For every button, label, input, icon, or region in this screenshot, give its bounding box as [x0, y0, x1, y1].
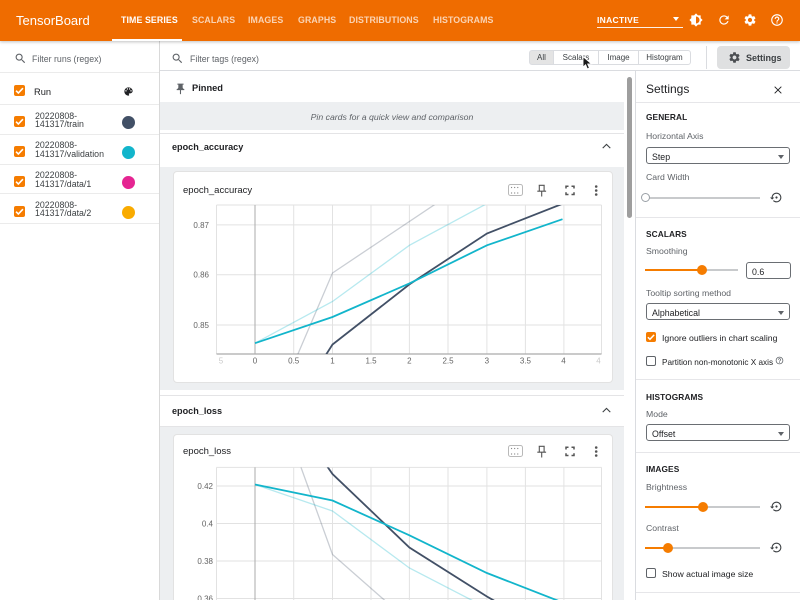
svg-text:5: 5 [219, 357, 224, 366]
svg-text:2: 2 [407, 357, 412, 366]
svg-text:1.5: 1.5 [365, 357, 377, 366]
svg-text:0.4: 0.4 [202, 520, 214, 529]
svg-text:4: 4 [596, 357, 601, 366]
svg-text:0.85: 0.85 [193, 321, 209, 330]
svg-text:4: 4 [561, 357, 566, 366]
svg-text:3: 3 [485, 357, 490, 366]
svg-text:0.38: 0.38 [197, 557, 213, 566]
svg-text:1: 1 [330, 357, 335, 366]
svg-text:0.86: 0.86 [193, 271, 209, 280]
svg-text:0: 0 [253, 357, 258, 366]
svg-text:3.5: 3.5 [520, 357, 532, 366]
svg-text:0.36: 0.36 [197, 595, 213, 600]
svg-text:0.42: 0.42 [197, 482, 213, 491]
svg-text:0.5: 0.5 [288, 357, 300, 366]
svg-text:2.5: 2.5 [442, 357, 454, 366]
svg-text:0.87: 0.87 [193, 221, 209, 230]
